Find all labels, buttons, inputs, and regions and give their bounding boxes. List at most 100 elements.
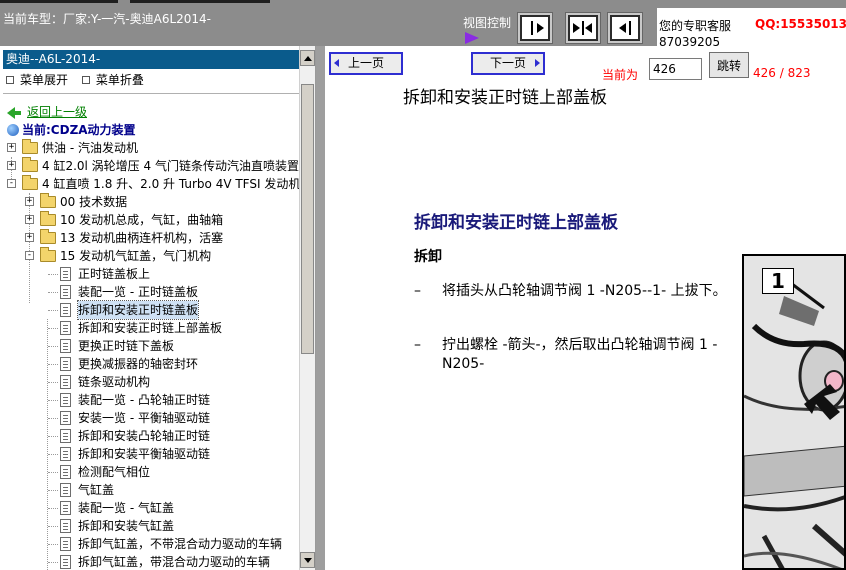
back-row[interactable]: 返回上一级 (0, 103, 299, 121)
scroll-up-button[interactable] (300, 50, 315, 66)
view-control-label: 视图控制 (463, 16, 512, 30)
collapse-minus-icon[interactable]: - (25, 251, 34, 260)
prev-page-button[interactable]: 上一页 (329, 52, 403, 75)
collapse-minus-icon[interactable]: - (7, 179, 16, 188)
view-split-button[interactable] (565, 12, 601, 44)
procedure-step: – 拧出螺栓 -箭头-，然后取出凸轮轴调节阀 1 -N205- (414, 336, 717, 376)
tree-doc[interactable]: 更换减振器的轴密封环 (0, 355, 299, 373)
page-number-input[interactable] (649, 58, 702, 80)
tree-doc[interactable]: 正时链盖板上 (0, 265, 299, 283)
tree-doc[interactable]: 链条驱动机构 (0, 373, 299, 391)
tree-doc-label: 拆卸和安装凸轮轴正时链 (78, 429, 211, 443)
view-control-arrow-icon[interactable] (465, 32, 479, 44)
tree-doc[interactable]: 拆卸气缸盖，不带混合动力驱动的车辆 (0, 535, 299, 553)
back-link[interactable]: 返回上一级 (27, 103, 87, 121)
tree-item[interactable]: + 00 技术数据 (0, 193, 299, 211)
tree-doc-label: 检测配气相位 (78, 465, 151, 479)
folder-icon (40, 211, 56, 226)
document-icon (60, 465, 71, 479)
expand-plus-icon[interactable]: + (25, 233, 34, 242)
expand-plus-icon[interactable]: + (7, 161, 16, 170)
current-page-label: 当前为 (602, 68, 639, 82)
tree-doc-selected[interactable]: 拆卸和安装正时链盖板 (0, 300, 299, 320)
tree-doc-label: 拆卸和安装平衡轴驱动链 (78, 447, 211, 461)
tree-item[interactable]: - 15 发动机气缸盖，气门机构 (0, 247, 299, 265)
prev-page-label: 上一页 (347, 56, 384, 70)
document-icon (60, 375, 71, 389)
tree-item-label: 13 发动机曲柄连杆机构，活塞 (60, 231, 224, 245)
sidebar-scrollbar[interactable] (299, 46, 315, 570)
arrow-left-icon (334, 59, 339, 67)
tree-doc-label: 正时链盖板上 (78, 267, 151, 281)
tree-item[interactable]: - 4 缸直喷 1.8 升、2.0 升 Turbo 4V TFSI 发动机 (0, 175, 299, 193)
section-heading: 拆卸 (414, 249, 442, 265)
tree-doc-label: 拆卸气缸盖，不带混合动力驱动的车辆 (78, 537, 283, 551)
document-icon (60, 357, 71, 371)
tree-doc[interactable]: 装配一览 - 凸轮轴正时链 (0, 391, 299, 409)
tree-doc[interactable]: 拆卸和安装平衡轴驱动链 (0, 445, 299, 463)
current-node: 当前:CDZA动力装置 (0, 121, 299, 139)
panel-splitter[interactable] (316, 46, 325, 570)
tree-doc[interactable]: 拆卸和安装凸轮轴正时链 (0, 427, 299, 445)
support-qq-link[interactable]: QQ:1553501388 (755, 17, 846, 31)
step-text: 将插头从凸轮轴调节阀 1 -N205--1- 上拔下。 (442, 283, 727, 299)
tree-doc-label: 拆卸和安装气缸盖 (78, 519, 175, 533)
tree-item[interactable]: + 13 发动机曲柄连杆机构，活塞 (0, 229, 299, 247)
folder-open-icon (40, 247, 56, 262)
tree-doc-label: 更换正时链下盖板 (78, 339, 175, 353)
tree-doc-label: 气缸盖 (78, 483, 115, 497)
tree-doc[interactable]: 气缸盖 (0, 481, 299, 499)
folder-icon (40, 193, 56, 208)
view-right-panel-button[interactable] (517, 12, 553, 44)
folder-icon (22, 139, 38, 154)
document-icon (60, 411, 71, 425)
tree-doc[interactable]: 拆卸和安装气缸盖 (0, 517, 299, 535)
tree-item[interactable]: + 4 缸2.0l 涡轮增压 4 气门链条传动汽油直喷装置 (0, 157, 299, 175)
next-page-button[interactable]: 下一页 (471, 52, 545, 75)
arrow-up-icon (304, 56, 312, 61)
step-text: 拧出螺栓 -箭头-，然后取出凸轮轴调节阀 1 -N205- (442, 337, 718, 372)
tree-doc[interactable]: 检测配气相位 (0, 463, 299, 481)
tree-doc[interactable]: 拆卸气缸盖，带混合动力驱动的车辆 (0, 553, 299, 570)
tree-doc-label: 装配一览 - 凸轮轴正时链 (78, 393, 210, 407)
document-icon (60, 537, 71, 551)
scroll-down-button[interactable] (300, 552, 315, 568)
support-label: 您的专职客服 (659, 19, 732, 33)
tree-item[interactable]: + 10 发动机总成，气缸，曲轴箱 (0, 211, 299, 229)
tree-item-label: 4 缸直喷 1.8 升、2.0 升 Turbo 4V TFSI 发动机 (42, 177, 299, 191)
current-node-label: 当前:CDZA动力装置 (22, 123, 136, 137)
document-icon (60, 501, 71, 515)
panel-right-icon (520, 15, 550, 41)
procedure-step: – 将插头从凸轮轴调节阀 1 -N205--1- 上拔下。 (414, 282, 727, 322)
tree-doc-label: 拆卸气缸盖，带混合动力驱动的车辆 (78, 555, 271, 569)
document-icon (60, 429, 71, 443)
globe-icon (7, 124, 19, 136)
document-header: 拆卸和安装正时链上部盖板 (403, 88, 607, 108)
tree-doc[interactable]: 装配一览 - 气缸盖 (0, 499, 299, 517)
expand-plus-icon[interactable]: + (7, 143, 16, 152)
expand-plus-icon[interactable]: + (25, 215, 34, 224)
tree-doc-label: 拆卸和安装正时链上部盖板 (78, 321, 223, 335)
document-icon (60, 519, 71, 533)
folder-icon (22, 157, 38, 172)
engine-photo-drawing (744, 256, 844, 568)
tree-doc[interactable]: 更换正时链下盖板 (0, 337, 299, 355)
menu-collapse-link[interactable]: 菜单折叠 (96, 73, 144, 87)
back-arrow-icon (7, 107, 15, 119)
title-strip (130, 0, 270, 3)
expand-plus-icon[interactable]: + (25, 197, 34, 206)
jump-button[interactable]: 跳转 (709, 52, 749, 78)
figure-callout-label: 1 (762, 268, 794, 294)
tree-doc-label: 装配一览 - 气缸盖 (78, 501, 174, 515)
tree-doc[interactable]: 拆卸和安装正时链上部盖板 (0, 319, 299, 337)
tree-item-label: 15 发动机气缸盖，气门机构 (60, 249, 212, 263)
document-icon (60, 267, 71, 281)
scrollbar-thumb[interactable] (301, 84, 314, 354)
menu-expand-link[interactable]: 菜单展开 (20, 73, 68, 87)
tree-doc[interactable]: 装配一览 - 正时链盖板 (0, 283, 299, 301)
tree-item[interactable]: + 供油 - 汽油发动机 (0, 139, 299, 157)
tree-doc[interactable]: 安装一览 - 平衡轴驱动链 (0, 409, 299, 427)
folder-open-icon (22, 175, 38, 190)
divider (3, 93, 299, 94)
view-left-panel-button[interactable] (607, 12, 643, 44)
